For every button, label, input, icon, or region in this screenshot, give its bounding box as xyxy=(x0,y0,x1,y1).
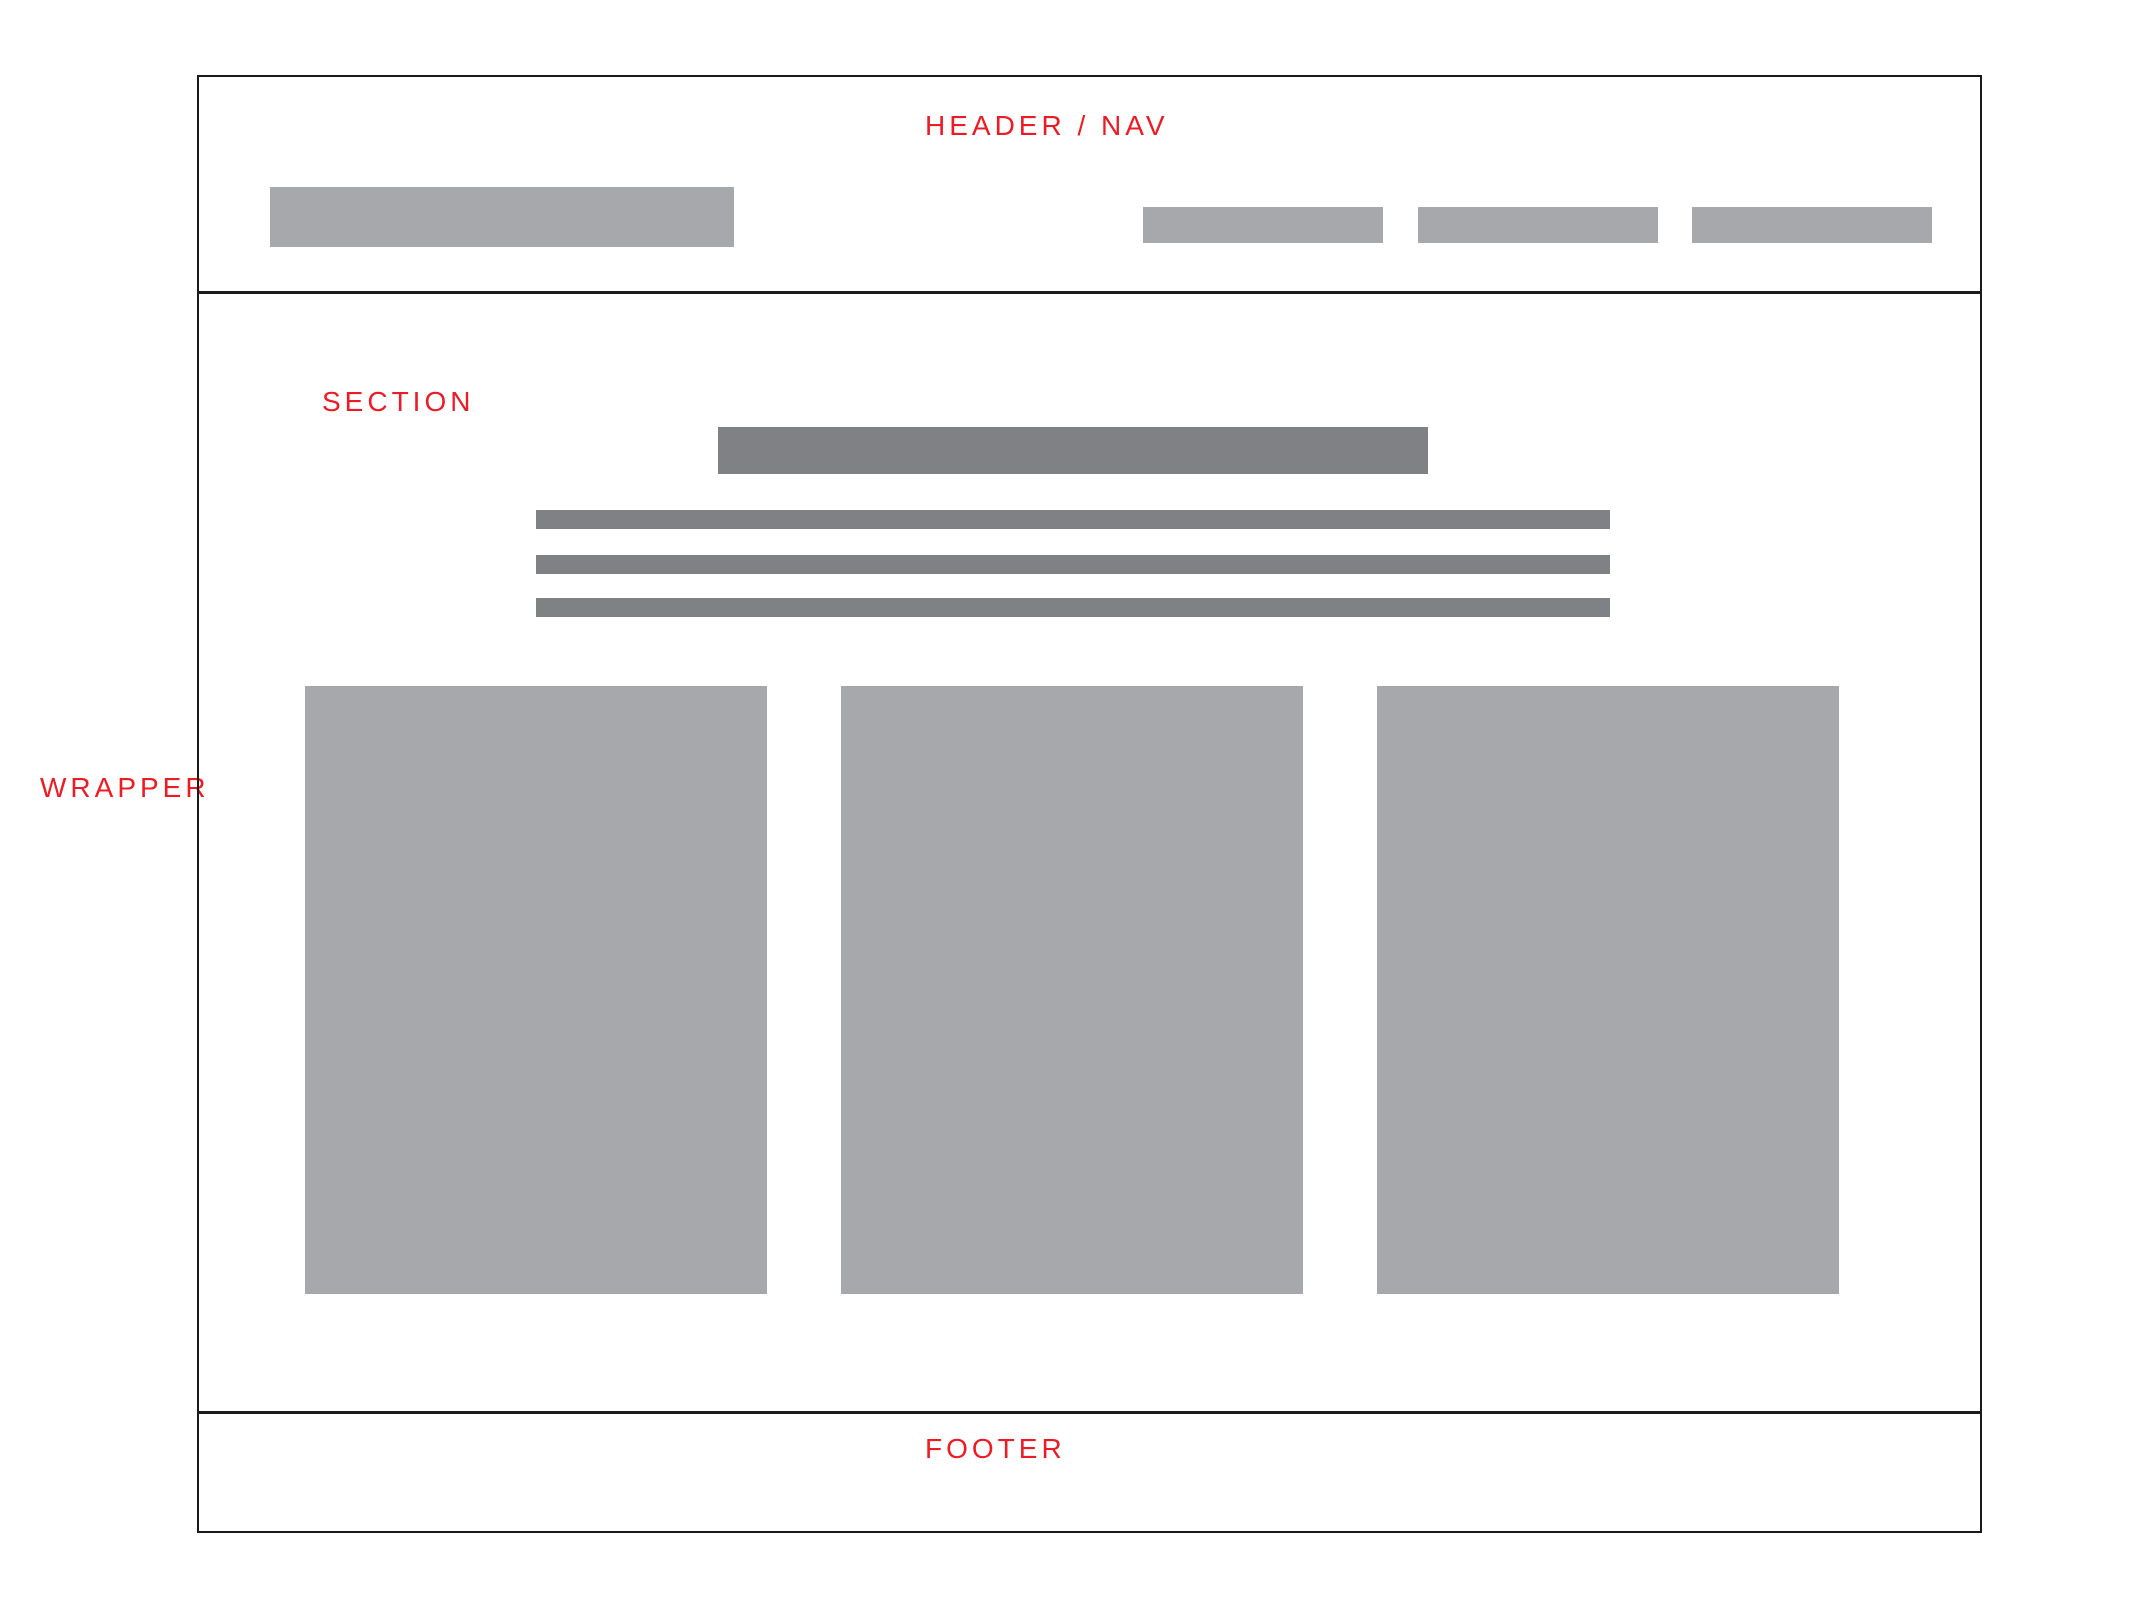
header-label: HEADER / NAV xyxy=(925,110,1169,141)
wrapper-label: WRAPPER xyxy=(40,772,210,803)
footer-divider xyxy=(197,1411,1982,1414)
section-label: SECTION xyxy=(322,386,475,417)
nav-item-1[interactable] xyxy=(1143,207,1383,243)
content-card-2 xyxy=(841,686,1303,1294)
nav-item-2[interactable] xyxy=(1418,207,1658,243)
content-card-1 xyxy=(305,686,767,1294)
content-card-3 xyxy=(1377,686,1839,1294)
logo-placeholder xyxy=(270,187,734,247)
text-line-3 xyxy=(536,598,1610,617)
footer-label: FOOTER xyxy=(925,1433,1066,1464)
section-heading-placeholder xyxy=(718,427,1428,474)
text-line-2 xyxy=(536,555,1610,574)
header-divider xyxy=(197,291,1982,294)
nav-item-3[interactable] xyxy=(1692,207,1932,243)
text-line-1 xyxy=(536,510,1610,529)
